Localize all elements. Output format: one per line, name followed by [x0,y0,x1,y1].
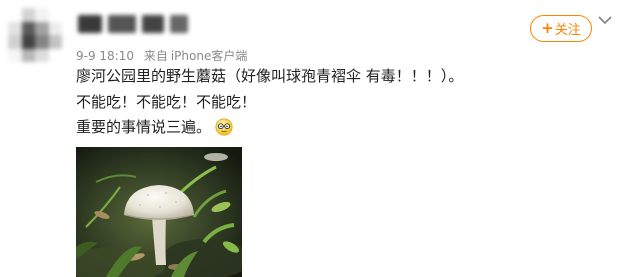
chevron-down-icon[interactable] [598,14,612,26]
follow-button-label: 关注 [554,23,581,38]
plus-icon: + [541,19,554,37]
post-meta: 9-9 18:10 来自 iPhone客户端 [76,47,247,64]
avatar[interactable] [8,8,62,62]
weibo-post: 9-9 18:10 来自 iPhone客户端 + 关注 廖河公园里的野生蘑菇（好像… [0,0,631,277]
username-blurred[interactable] [78,12,188,36]
post-text-line-1: 廖河公园里的野生蘑菇（好像叫球孢青褶伞 有毒！！！）。 [76,67,464,85]
post-timestamp[interactable]: 9-9 18:10 [76,49,134,63]
mushroom-image [76,147,242,277]
post-source-prefix: 来自 [143,49,168,63]
post-text-line-3-text: 重要的事情说三遍。 [76,118,212,136]
emoji-face-icon [215,118,233,136]
post-text-line-3: 重要的事情说三遍。 [76,117,233,137]
post-source: iPhone客户端 [170,49,248,63]
post-text-line-2: 不能吃！不能吃！不能吃！ [76,93,257,111]
follow-button[interactable]: + 关注 [530,15,592,42]
mushroom-photo[interactable] [76,147,242,277]
